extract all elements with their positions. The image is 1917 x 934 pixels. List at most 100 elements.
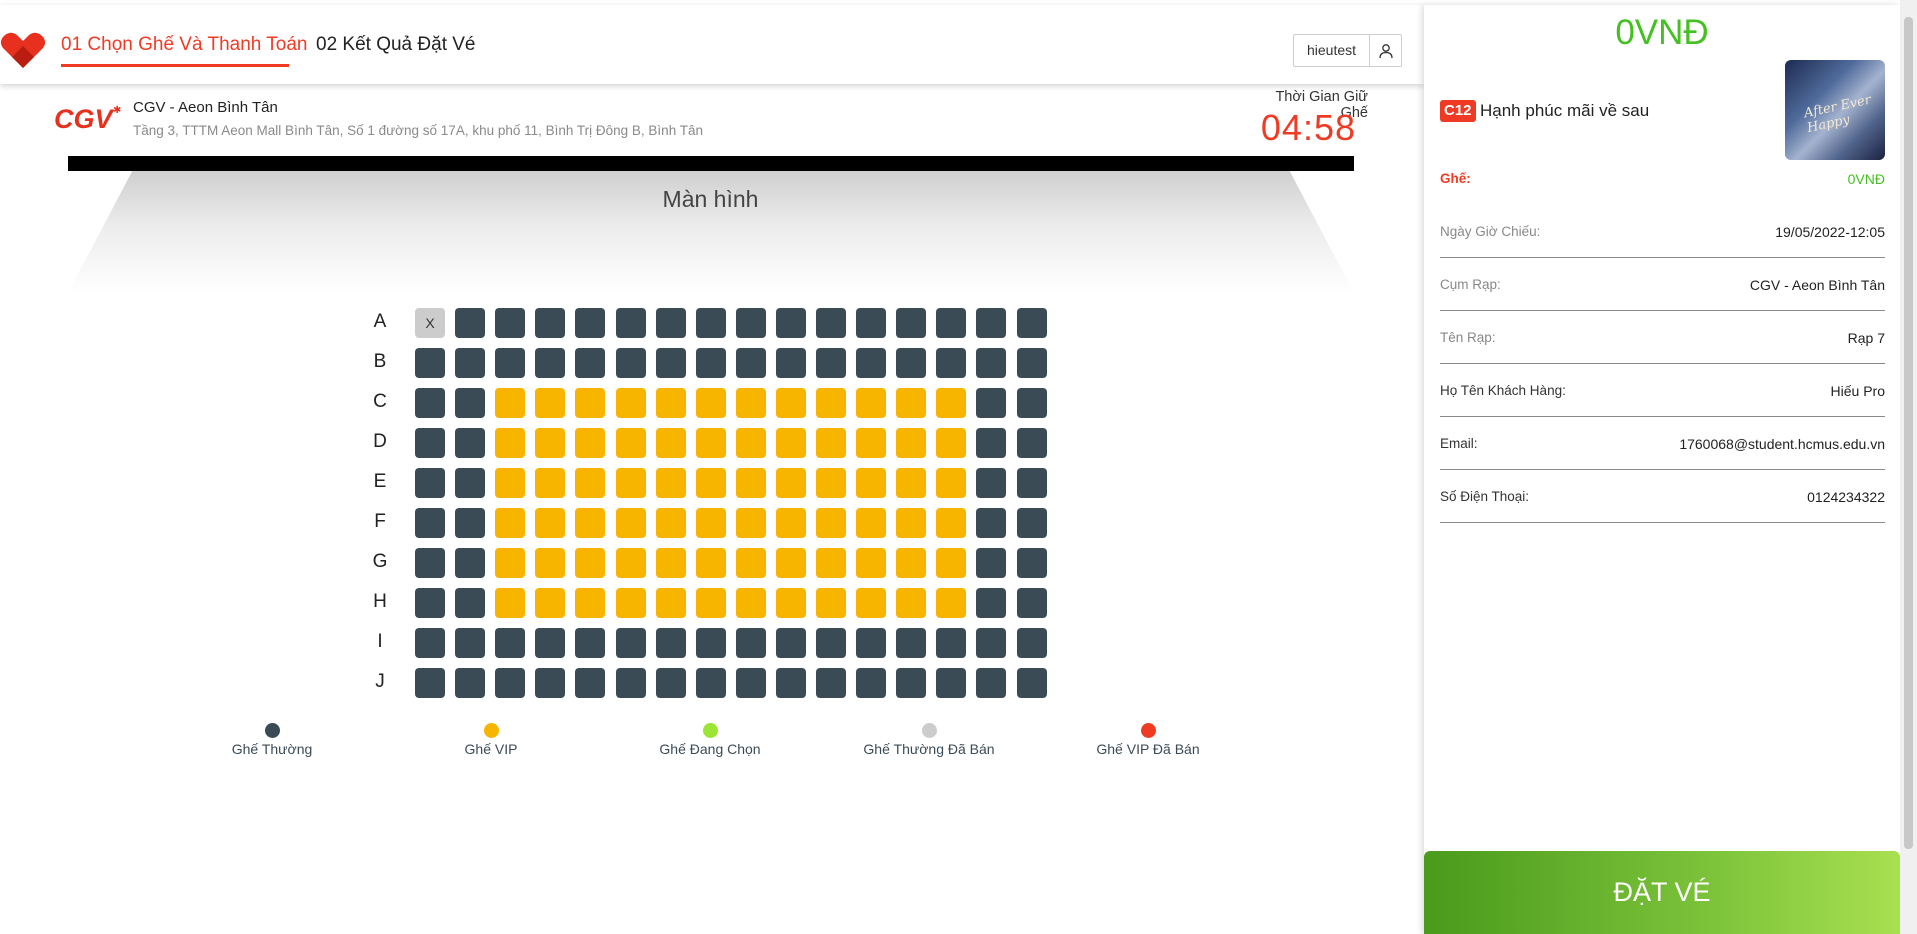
tab-booking-result[interactable]: 02 Kết Quả Đặt Vé [316,32,476,58]
seat-vip[interactable] [856,388,887,418]
seat-regular[interactable] [615,668,646,698]
seat-vip[interactable] [575,428,606,458]
seat-vip[interactable] [495,388,526,418]
seat-vip[interactable] [936,388,967,418]
seat-vip[interactable] [655,468,686,498]
seat-vip[interactable] [695,428,726,458]
seat-vip[interactable] [535,588,566,618]
seat-regular[interactable] [415,428,445,458]
book-ticket-button[interactable]: ĐẶT VÉ [1424,851,1900,934]
seat-vip[interactable] [695,548,726,578]
seat-vip[interactable] [856,588,887,618]
seat-vip[interactable] [936,428,967,458]
seat-regular[interactable] [415,508,445,538]
seat-vip[interactable] [655,428,686,458]
seat-regular[interactable] [856,628,887,658]
seat-vip[interactable] [615,508,646,538]
seat-vip[interactable] [775,508,806,538]
seat-regular[interactable] [455,388,486,418]
seat-vip[interactable] [896,548,927,578]
seat-regular[interactable] [575,308,606,338]
seat-vip[interactable] [655,588,686,618]
seat-vip[interactable] [816,428,846,458]
seat-regular[interactable] [936,628,967,658]
seat-regular[interactable] [415,668,445,698]
seat-regular[interactable] [775,628,806,658]
seat-regular[interactable] [495,628,526,658]
seat-regular[interactable] [735,668,766,698]
seat-regular[interactable] [615,348,646,378]
seat-vip[interactable] [936,588,967,618]
seat-vip[interactable] [695,388,726,418]
seat-regular[interactable] [775,308,806,338]
seat-vip[interactable] [615,468,646,498]
seat-regular[interactable] [695,668,726,698]
seat-vip[interactable] [856,548,887,578]
seat-vip[interactable] [735,388,766,418]
seat-regular[interactable] [735,628,766,658]
seat-regular[interactable] [415,388,445,418]
seat-regular[interactable] [976,388,1007,418]
seat-regular[interactable] [415,548,445,578]
seat-regular[interactable] [695,308,726,338]
seat-vip[interactable] [816,508,846,538]
seat-vip[interactable] [615,428,646,458]
seat-vip[interactable] [575,548,606,578]
seat-vip[interactable] [816,388,846,418]
seat-vip[interactable] [816,468,846,498]
seat-regular[interactable] [816,668,846,698]
seat-regular[interactable] [896,628,927,658]
seat-regular[interactable] [535,628,566,658]
seat-regular[interactable] [896,308,927,338]
seat-vip[interactable] [856,428,887,458]
seat-regular[interactable] [455,668,486,698]
seat-vip[interactable] [495,428,526,458]
seat-vip[interactable] [575,468,606,498]
seat-regular[interactable] [1016,348,1047,378]
seat-regular[interactable] [976,548,1007,578]
seat-vip[interactable] [896,428,927,458]
user-icon[interactable] [1370,35,1401,66]
seat-regular[interactable] [775,348,806,378]
seat-vip[interactable] [735,428,766,458]
scrollbar-thumb[interactable] [1904,17,1913,849]
seat-regular[interactable] [415,468,445,498]
seat-regular[interactable] [976,628,1007,658]
seat-regular[interactable] [1016,388,1047,418]
seat-regular[interactable] [495,308,526,338]
seat-regular[interactable] [535,668,566,698]
seat-vip[interactable] [615,388,646,418]
tab-choose-seat-and-pay[interactable]: 01 Chọn Ghế Và Thanh Toán [61,32,308,58]
seat-vip[interactable] [495,468,526,498]
seat-vip[interactable] [896,388,927,418]
seat-regular[interactable] [976,668,1007,698]
seat-vip[interactable] [735,468,766,498]
seat-regular[interactable] [1016,628,1047,658]
user-menu[interactable]: hieutest [1293,34,1403,67]
seat-regular[interactable] [1016,548,1047,578]
seat-regular[interactable] [415,348,445,378]
seat-regular[interactable] [575,348,606,378]
seat-regular[interactable] [615,628,646,658]
seat-regular[interactable] [695,628,726,658]
seat-vip[interactable] [495,548,526,578]
seat-vip[interactable] [655,548,686,578]
seat-regular[interactable] [615,308,646,338]
seat-vip[interactable] [655,508,686,538]
seat-vip[interactable] [856,508,887,538]
seat-regular[interactable] [896,348,927,378]
seat-regular[interactable] [655,628,686,658]
seat-regular[interactable] [735,348,766,378]
seat-regular[interactable] [415,588,445,618]
seat-vip[interactable] [695,508,726,538]
seat-vip[interactable] [735,508,766,538]
seat-vip[interactable] [936,468,967,498]
seat-vip[interactable] [775,548,806,578]
seat-regular[interactable] [1016,308,1047,338]
seat-regular[interactable] [655,348,686,378]
seat-regular[interactable] [455,468,486,498]
seat-regular[interactable] [495,348,526,378]
seat-vip[interactable] [695,588,726,618]
seat-vip[interactable] [936,548,967,578]
seat-vip[interactable] [575,388,606,418]
